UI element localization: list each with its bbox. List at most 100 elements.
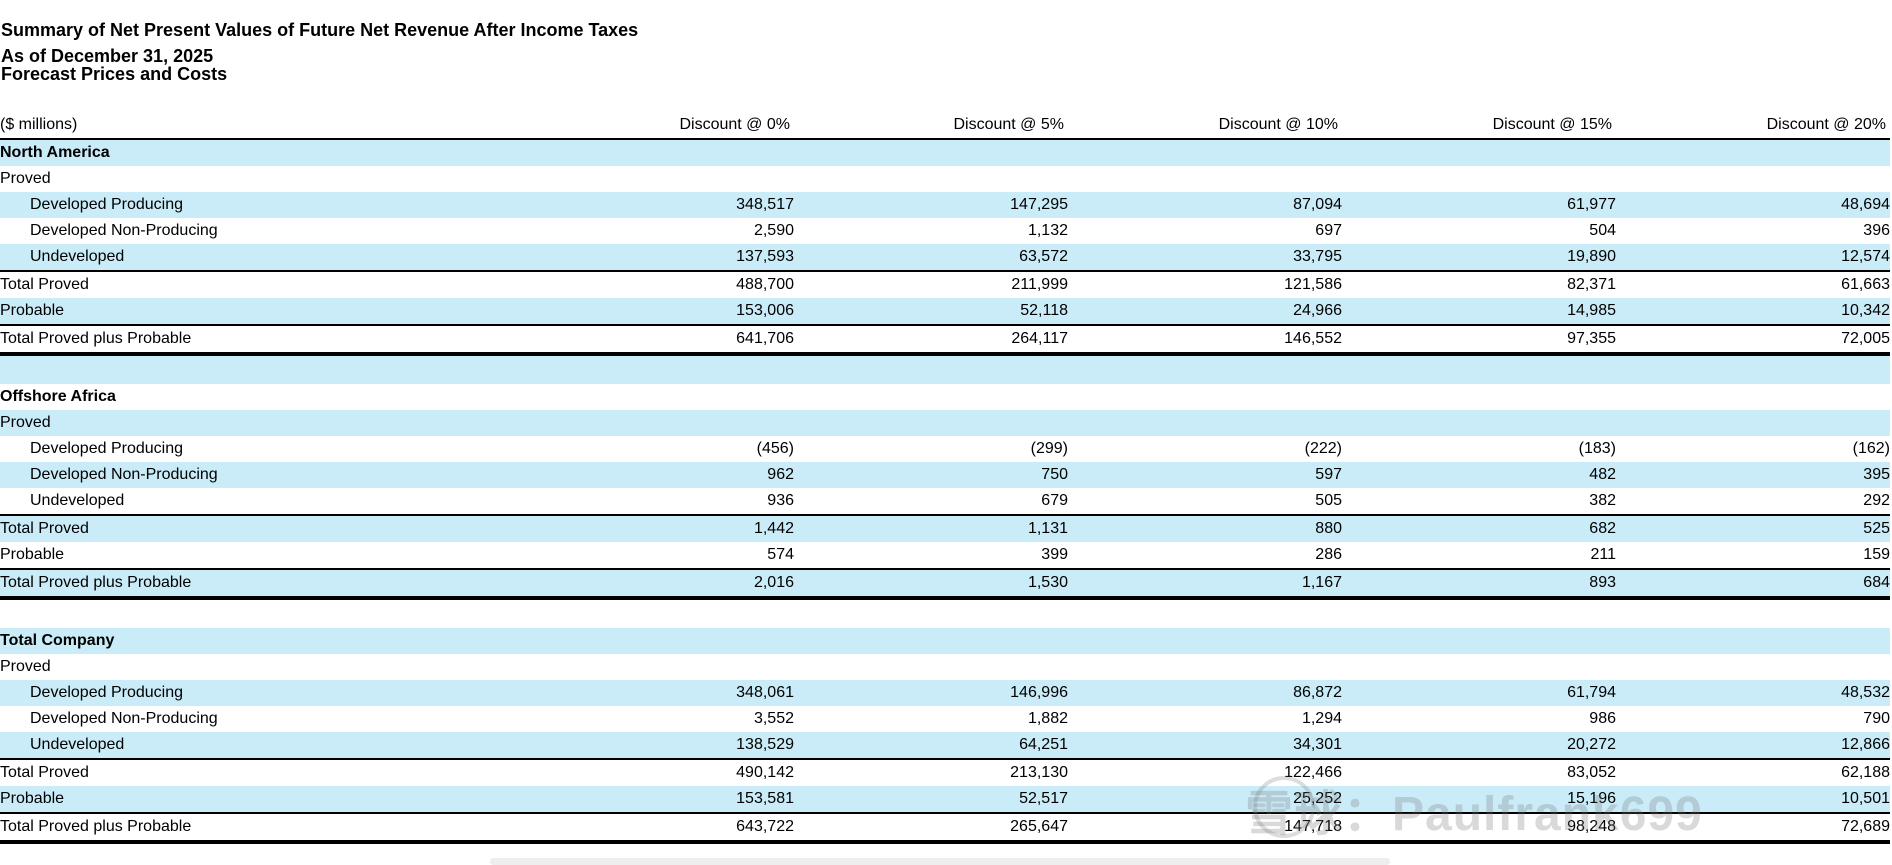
value-cell: 2,016 <box>520 568 794 600</box>
proved-label-row: Proved <box>0 654 1890 680</box>
value-cell: 138,529 <box>520 732 794 759</box>
table-row: Total Proved plus Probable 643,722 265,647… <box>0 812 1890 844</box>
value-cell: (456) <box>756 440 794 457</box>
value-cell: 147,295 <box>794 192 1068 218</box>
row-label: Developed Producing <box>30 440 183 457</box>
value-cell: 348,517 <box>520 192 794 218</box>
table-row: Developed Non-Producing 962 750 597 482 395 <box>0 462 1890 488</box>
table-row: Total Proved plus Probable 2,016 1,530 1,16… <box>0 568 1890 600</box>
table-row: Total Proved plus Probable 641,706 264,117… <box>0 324 1890 356</box>
value-cell: 121,586 <box>1068 270 1342 298</box>
value-cell: 1,442 <box>520 514 794 542</box>
column-header: Discount @ 15% <box>1342 112 1616 140</box>
value-cell: 86,872 <box>1068 680 1342 706</box>
value-cell: 146,996 <box>794 680 1068 706</box>
value-cell: 153,581 <box>520 786 794 813</box>
column-header: Discount @ 5% <box>794 112 1068 140</box>
table-row: Undeveloped 138,529 64,251 34,301 20,272 12,8… <box>0 732 1890 759</box>
proved-label-row: Proved <box>0 166 1890 192</box>
value-cell: 211 <box>1590 546 1616 563</box>
value-cell: 893 <box>1342 568 1616 600</box>
row-label: Developed Non-Producing <box>0 462 520 488</box>
value-cell: 122,466 <box>1068 758 1342 786</box>
proved-label: Proved <box>0 170 51 187</box>
value-cell: 490,142 <box>520 758 794 786</box>
table-row: Probable 153,006 52,118 24,966 14,985 10,342 <box>0 298 1890 325</box>
value-cell: 146,552 <box>1068 324 1342 356</box>
value-cell: 82,371 <box>1342 270 1616 298</box>
row-label: Total Proved <box>0 758 520 786</box>
value-cell: 399 <box>1041 546 1068 563</box>
row-label: Total Proved plus Probable <box>0 812 520 844</box>
value-cell: 488,700 <box>520 270 794 298</box>
proved-label-row: Proved <box>0 410 1890 436</box>
value-cell: 682 <box>1342 514 1616 542</box>
table-row: Probable 153,581 52,517 25,252 15,196 10,501 <box>0 786 1890 813</box>
proved-label: Proved <box>0 658 51 675</box>
value-cell: 52,118 <box>794 298 1068 325</box>
section-title: North America <box>0 139 520 166</box>
value-cell: 264,117 <box>794 324 1068 356</box>
row-label: Total Proved plus Probable <box>0 324 520 356</box>
value-cell: 213,130 <box>794 758 1068 786</box>
value-cell: 33,795 <box>1068 244 1342 271</box>
section-title: Total Company <box>0 628 520 654</box>
value-cell: 382 <box>1589 492 1616 509</box>
value-cell: 10,342 <box>1616 298 1890 325</box>
value-cell: 20,272 <box>1342 732 1616 759</box>
value-cell: 790 <box>1863 710 1890 727</box>
table-row: Total Proved 1,442 1,131 880 682 525 <box>0 514 1890 542</box>
section-header: North America <box>0 139 1890 166</box>
value-cell: (162) <box>1852 440 1890 457</box>
value-cell: 24,966 <box>1068 298 1342 325</box>
table-row: Probable 574 399 286 211 159 <box>0 542 1890 569</box>
value-cell: 643,722 <box>520 812 794 844</box>
value-cell: 52,517 <box>794 786 1068 813</box>
value-cell: 504 <box>1589 222 1616 239</box>
value-cell: (183) <box>1578 440 1616 457</box>
value-cell: 641,706 <box>520 324 794 356</box>
row-label: Undeveloped <box>0 244 520 271</box>
row-label: Probable <box>0 786 520 813</box>
value-cell: 1,131 <box>794 514 1068 542</box>
value-cell: 1,530 <box>794 568 1068 600</box>
value-cell: 697 <box>1315 222 1342 239</box>
section-title: Offshore Africa <box>0 388 116 405</box>
section-spacer <box>0 598 1890 628</box>
value-cell: 48,694 <box>1616 192 1890 218</box>
value-cell: 525 <box>1616 514 1890 542</box>
value-cell: 684 <box>1616 568 1890 600</box>
value-cell: 348,061 <box>520 680 794 706</box>
value-cell: 936 <box>767 492 794 509</box>
value-cell: 395 <box>1616 462 1890 488</box>
value-cell: 211,999 <box>794 270 1068 298</box>
value-cell: 19,890 <box>1342 244 1616 271</box>
row-label: Developed Non-Producing <box>30 710 218 727</box>
page-shadow <box>490 858 1390 865</box>
value-cell: 1,294 <box>1301 710 1342 727</box>
table-row: Developed Non-Producing 3,552 1,882 1,294 98… <box>0 706 1890 732</box>
section-spacer <box>0 354 1890 384</box>
npv-summary-table: ($ millions) Discount @ 0% Discount @ 5%… <box>0 112 1890 844</box>
value-cell: 962 <box>520 462 794 488</box>
value-cell: 72,005 <box>1616 324 1890 356</box>
table-row: Developed Producing (456) (299) (222) (183) (… <box>0 436 1890 462</box>
row-label: Total Proved <box>0 270 520 298</box>
proved-label: Proved <box>0 410 520 436</box>
value-cell: 396 <box>1863 222 1890 239</box>
value-cell: 597 <box>1068 462 1342 488</box>
value-cell: 10,501 <box>1616 786 1890 813</box>
value-cell: 482 <box>1342 462 1616 488</box>
row-label: Undeveloped <box>30 492 125 509</box>
table-row: Undeveloped 936 679 505 382 292 <box>0 488 1890 515</box>
value-cell: (222) <box>1304 440 1342 457</box>
value-cell: 137,593 <box>520 244 794 271</box>
value-cell: 61,794 <box>1342 680 1616 706</box>
value-cell: 574 <box>767 546 794 563</box>
value-cell: 1,132 <box>1027 222 1068 239</box>
document-page: Summary of Net Present Values of Future … <box>0 0 1892 865</box>
value-cell: 12,866 <box>1616 732 1890 759</box>
section-header: Offshore Africa <box>0 384 1890 410</box>
column-header: Discount @ 10% <box>1068 112 1342 140</box>
value-cell: 48,532 <box>1616 680 1890 706</box>
